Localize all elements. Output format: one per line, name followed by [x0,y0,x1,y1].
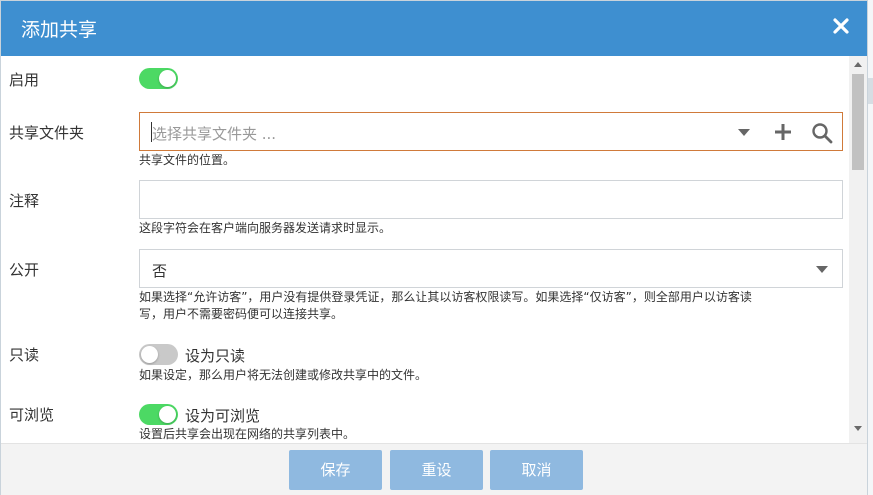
public-help-line1: 如果选择“允许访客”，用户没有提供登录凭证，那么让其以访客权限读写。如果选择“仅… [139,290,752,304]
dialog-footer: 保存 重设 取消 [1,443,867,495]
comment-help: 这段字符会在客户端向服务器发送请求时显示。 [139,221,392,235]
background-window-tick [868,78,873,104]
share-folder-placeholder: 选择共享文件夹 ... [152,125,277,143]
chevron-down-icon[interactable] [816,266,828,273]
background-window-edge [868,0,873,495]
browsable-toggle-text: 设为可浏览 [185,407,261,425]
scroll-down-icon[interactable] [854,426,862,431]
toggle-knob [159,70,176,87]
enable-label: 启用 [9,71,40,89]
comment-input[interactable] [139,180,843,219]
readonly-label: 只读 [9,346,40,364]
share-folder-select[interactable]: 选择共享文件夹 ... [139,112,843,151]
chevron-down-icon[interactable] [738,129,750,136]
scroll-up-icon[interactable] [854,62,862,67]
close-icon[interactable] [831,14,851,38]
browsable-label: 可浏览 [9,406,55,424]
readonly-toggle[interactable] [139,344,178,365]
toggle-knob [159,406,176,423]
search-icon[interactable] [811,122,833,144]
reset-button[interactable]: 重设 [390,450,483,490]
plus-icon[interactable] [773,122,793,142]
public-select[interactable]: 否 [139,249,843,288]
cancel-button[interactable]: 取消 [490,450,583,490]
public-value: 否 [152,262,168,280]
readonly-help: 如果设定，那么用户将无法创建或修改共享中的文件。 [139,368,428,382]
public-label: 公开 [9,261,40,279]
public-help-line2: 写，用户不需要密码便可以连接共享。 [139,307,344,321]
dialog-body: 启用 共享文件夹 选择共享文件夹 ... 共享文件的位置。 注释 这段字符会在客… [1,56,849,443]
share-folder-help: 共享文件的位置。 [139,153,236,167]
add-share-dialog: 添加共享 启用 共享文件夹 选择共享文件夹 ... 共享文件的位置。 注释 这段… [0,0,868,495]
save-button[interactable]: 保存 [289,450,382,490]
browsable-help: 设置后共享会出现在网络的共享列表中。 [139,427,356,441]
toggle-knob [141,346,158,363]
readonly-toggle-text: 设为只读 [185,347,246,365]
scroll-thumb[interactable] [852,74,864,170]
enable-toggle[interactable] [139,68,178,89]
comment-label: 注释 [9,192,40,210]
share-folder-label: 共享文件夹 [9,124,85,142]
vertical-scrollbar[interactable] [849,56,867,443]
dialog-header: 添加共享 [1,1,867,56]
dialog-title: 添加共享 [21,19,98,41]
browsable-toggle[interactable] [139,404,178,425]
